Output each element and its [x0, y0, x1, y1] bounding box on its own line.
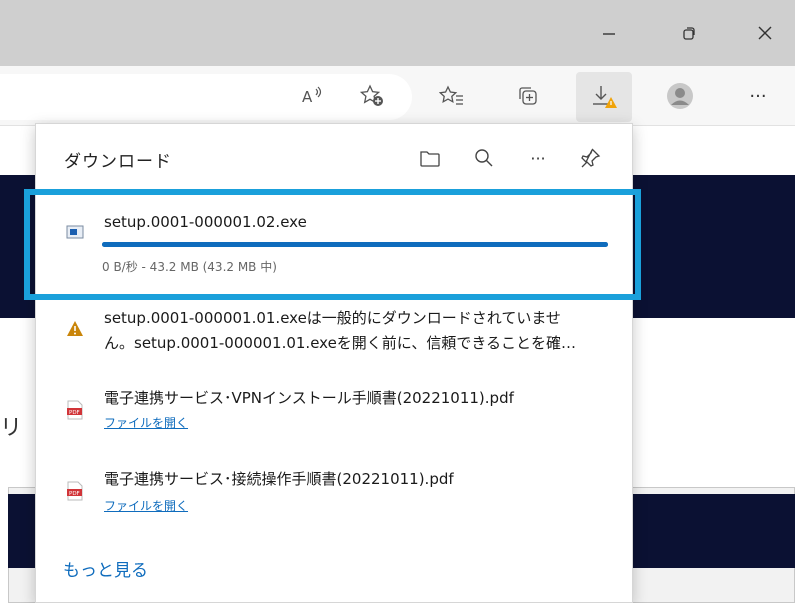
- pdf-file-icon: PDF: [66, 400, 84, 420]
- add-favorite-icon[interactable]: [352, 78, 392, 114]
- more-icon[interactable]: ···: [738, 78, 778, 114]
- collections-icon[interactable]: [508, 78, 548, 114]
- warning-icon: [66, 320, 84, 340]
- svg-text:PDF: PDF: [69, 491, 80, 497]
- pdf-file-icon: PDF: [66, 481, 84, 501]
- pin-icon[interactable]: [574, 142, 606, 174]
- address-bar[interactable]: [0, 74, 412, 120]
- downloads-warning-icon[interactable]: [576, 72, 632, 122]
- minimize-icon[interactable]: [594, 18, 624, 48]
- open-file-link[interactable]: ファイルを開く: [104, 497, 188, 514]
- svg-text:PDF: PDF: [69, 410, 80, 416]
- more-options-icon[interactable]: ···: [522, 142, 554, 174]
- highlight-frame: [24, 189, 641, 300]
- downloads-title: ダウンロード: [64, 152, 172, 172]
- favorites-icon[interactable]: [432, 78, 472, 114]
- download-filename[interactable]: 電子連携サービス･接続操作手順書(20221011).pdf: [104, 468, 454, 489]
- read-aloud-icon[interactable]: A: [292, 78, 332, 114]
- profile-icon[interactable]: [660, 78, 700, 114]
- warning-message-line1: setup.0001-000001.01.exeは一般的にダウンロードされていま…: [104, 309, 561, 327]
- folder-icon[interactable]: [414, 142, 446, 174]
- page-partial-text: リ: [0, 416, 23, 441]
- download-filename[interactable]: 電子連携サービス･VPNインストール手順書(20221011).pdf: [104, 387, 514, 408]
- warning-message-line2: ん。setup.0001-000001.01.exeを開く前に、信頼できることを…: [104, 334, 577, 352]
- restore-icon[interactable]: [674, 18, 704, 48]
- open-file-link[interactable]: ファイルを開く: [104, 414, 188, 431]
- svg-text:A: A: [302, 88, 313, 106]
- title-bar: [0, 0, 795, 66]
- search-icon[interactable]: [468, 142, 500, 174]
- close-icon[interactable]: [750, 18, 780, 48]
- browser-toolbar: A ···: [0, 66, 795, 126]
- see-more-link[interactable]: もっと見る: [63, 556, 148, 581]
